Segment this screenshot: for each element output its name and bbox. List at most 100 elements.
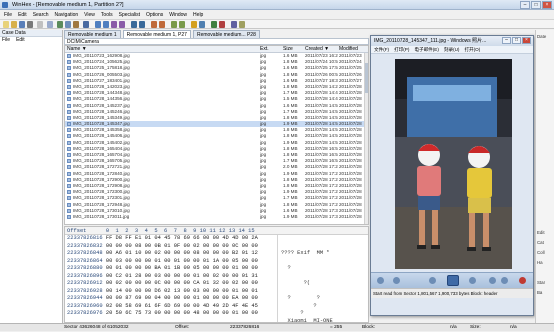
viewer-minimize-button[interactable]: – bbox=[502, 37, 511, 44]
viewer-menu-email[interactable]: 电子邮件(E) bbox=[414, 46, 439, 53]
hex-bytes[interactable]: 00 14 00 00 00 D6 02 13 00 03 00 00 00 0… bbox=[106, 288, 258, 294]
viewer-maximize-button[interactable]: □ bbox=[512, 37, 521, 44]
col-name[interactable]: Name ▼ bbox=[67, 46, 257, 53]
tab-strip: Removable medium 1 Removable medium 1, P… bbox=[64, 30, 369, 38]
ram-editor-icon[interactable] bbox=[179, 21, 185, 28]
hex-bytes[interactable]: 00 02 00 00 00 0C 00 00 00 CA 01 32 00 0… bbox=[106, 280, 258, 286]
viewer-close-button[interactable]: × bbox=[522, 37, 531, 44]
back-icon[interactable] bbox=[151, 21, 157, 28]
disk-editor-icon[interactable] bbox=[171, 21, 177, 28]
case-menu-edit[interactable]: Edit bbox=[16, 37, 25, 44]
right-label-date: Date bbox=[537, 34, 547, 39]
hex-bytes[interactable]: 02 08 58 69 61 6F 6D 69 00 00 4D 49 2D 4… bbox=[106, 303, 258, 309]
next-icon[interactable] bbox=[469, 277, 476, 284]
maximize-button[interactable]: □ bbox=[531, 1, 541, 9]
zoom-icon[interactable] bbox=[377, 277, 384, 284]
file-row[interactable]: IMG_20110728_173011.jpg jpg 1.9 MB 2011/07/… bbox=[65, 214, 368, 220]
minimize-button[interactable]: – bbox=[520, 1, 530, 9]
viewer-menu-open[interactable]: 打开(O) bbox=[464, 46, 480, 53]
photo-preview bbox=[395, 59, 512, 269]
hex-bytes[interactable]: 20 50 6C 75 73 00 00 00 00 48 00 00 00 0… bbox=[106, 310, 258, 316]
col-size[interactable]: Size bbox=[283, 46, 303, 53]
ascii-column[interactable]: ???? Exif MM * ? ?( ? ? ? ? Xiaomi MI-ON… bbox=[277, 235, 368, 322]
right-label-coll[interactable]: Coll bbox=[537, 250, 545, 255]
tab-removable-medium[interactable]: Removable medium 1 bbox=[64, 30, 121, 38]
find-text-icon[interactable] bbox=[95, 21, 101, 28]
hex-bytes[interactable]: 00 01 00 00 00 BA 01 1B 00 05 00 00 00 0… bbox=[106, 265, 258, 271]
right-label-cat[interactable]: Cat bbox=[537, 240, 544, 245]
ascii-rows: ???? Exif MM * ? ?( ? ? ? ? Xiaomi MI-ON… bbox=[281, 250, 368, 322]
right-label-edit[interactable]: Edit bbox=[537, 230, 545, 235]
replace-hex-icon[interactable] bbox=[119, 21, 125, 28]
goto-sector-icon[interactable] bbox=[139, 21, 145, 28]
replace-text-icon[interactable] bbox=[111, 21, 117, 28]
menu-window[interactable]: Window bbox=[169, 11, 187, 19]
right-label-star[interactable]: Star bbox=[537, 280, 545, 285]
hash-icon[interactable] bbox=[199, 21, 205, 28]
path-bar[interactable]: DCIM\Camera bbox=[64, 38, 369, 45]
rotate-right-icon[interactable] bbox=[501, 277, 508, 284]
jpg-file-icon bbox=[67, 196, 71, 201]
close-button[interactable]: × bbox=[542, 1, 552, 9]
hex-bytes[interactable]: 00 00 00 08 00 0B 01 0F 00 02 00 00 00 0… bbox=[106, 243, 258, 249]
print-icon[interactable] bbox=[27, 21, 33, 28]
find-hex-icon[interactable] bbox=[103, 21, 109, 28]
cut-icon[interactable] bbox=[57, 21, 63, 28]
right-label-ba[interactable]: Ba bbox=[537, 290, 542, 295]
scroll-thumb[interactable] bbox=[365, 63, 368, 93]
recover-icon[interactable] bbox=[219, 21, 225, 28]
case-menu-file[interactable]: File bbox=[2, 37, 10, 44]
hex-bytes[interactable]: 00 A6 01 10 00 02 00 00 00 08 00 00 00 B… bbox=[106, 250, 258, 256]
menu-navigation[interactable]: Navigation bbox=[55, 11, 79, 19]
open-icon[interactable] bbox=[11, 21, 17, 28]
menu-options[interactable]: Options bbox=[146, 11, 163, 19]
previous-icon[interactable] bbox=[429, 277, 436, 284]
menu-search[interactable]: Search bbox=[33, 11, 49, 19]
menu-tools[interactable]: Tools bbox=[101, 11, 113, 19]
jpg-file-icon bbox=[67, 115, 71, 120]
viewer-menu: 文件(F) 打印(P) 电子邮件(E) 刻录(U) 打开(O) bbox=[371, 46, 533, 54]
paste-block-icon[interactable] bbox=[83, 21, 89, 28]
menu-specialist[interactable]: Specialist bbox=[119, 11, 140, 19]
copy-icon[interactable] bbox=[65, 21, 71, 28]
col-created[interactable]: Created ▼ bbox=[305, 46, 337, 53]
title-bar: WinHex - [Removable medium 1, Partition … bbox=[0, 0, 554, 10]
properties-icon[interactable] bbox=[37, 21, 43, 28]
col-ext[interactable]: Ext. bbox=[260, 46, 280, 53]
col-modified[interactable]: Modified bbox=[339, 46, 368, 53]
menu-file[interactable]: File bbox=[4, 11, 12, 19]
paste-icon[interactable] bbox=[73, 21, 79, 28]
case-data-menu: File Edit bbox=[0, 37, 62, 44]
menu-help[interactable]: Help bbox=[193, 11, 203, 19]
hex-bytes[interactable]: 00 03 00 00 00 01 00 01 00 00 01 1A 00 0… bbox=[106, 258, 258, 264]
toolbar bbox=[0, 19, 554, 29]
save-icon[interactable] bbox=[19, 21, 25, 28]
rotate-left-icon[interactable] bbox=[489, 277, 496, 284]
filelist-scrollbar[interactable] bbox=[364, 53, 368, 224]
tab-partition-27[interactable]: Removable medium 1, P27 bbox=[122, 30, 191, 38]
menu-view[interactable]: View bbox=[84, 11, 95, 19]
undo-icon[interactable] bbox=[47, 21, 53, 28]
report-icon[interactable] bbox=[231, 21, 237, 28]
right-label-ha[interactable]: Ha bbox=[537, 260, 543, 265]
viewer-menu-print[interactable]: 打印(P) bbox=[394, 46, 409, 53]
jpg-file-icon bbox=[67, 208, 71, 213]
jpg-file-icon bbox=[67, 97, 71, 102]
delete-icon[interactable] bbox=[519, 277, 526, 284]
viewer-menu-file[interactable]: 文件(F) bbox=[374, 46, 389, 53]
refine-snapshot-icon[interactable] bbox=[211, 21, 217, 28]
ascii-row bbox=[281, 288, 368, 296]
calculator-icon[interactable] bbox=[191, 21, 197, 28]
new-icon[interactable] bbox=[3, 21, 9, 28]
fit-window-icon[interactable] bbox=[393, 277, 400, 284]
tab-partition-28[interactable]: Removable medium... P28 bbox=[192, 30, 260, 38]
forward-icon[interactable] bbox=[159, 21, 165, 28]
goto-offset-icon[interactable] bbox=[131, 21, 137, 28]
viewer-menu-burn[interactable]: 刻录(U) bbox=[444, 46, 460, 53]
menu-edit[interactable]: Edit bbox=[18, 11, 27, 19]
gallery-icon[interactable] bbox=[239, 21, 245, 28]
hex-bytes[interactable]: 00 C2 01 28 00 03 00 00 00 01 00 02 00 0… bbox=[106, 273, 258, 279]
hex-bytes[interactable]: 00 00 87 69 00 04 00 00 00 01 00 00 00 E… bbox=[106, 295, 258, 301]
hex-bytes[interactable]: FF D8 FF E1 01 04 45 78 69 66 00 00 4D 4… bbox=[106, 235, 258, 241]
slideshow-button[interactable] bbox=[447, 275, 459, 286]
